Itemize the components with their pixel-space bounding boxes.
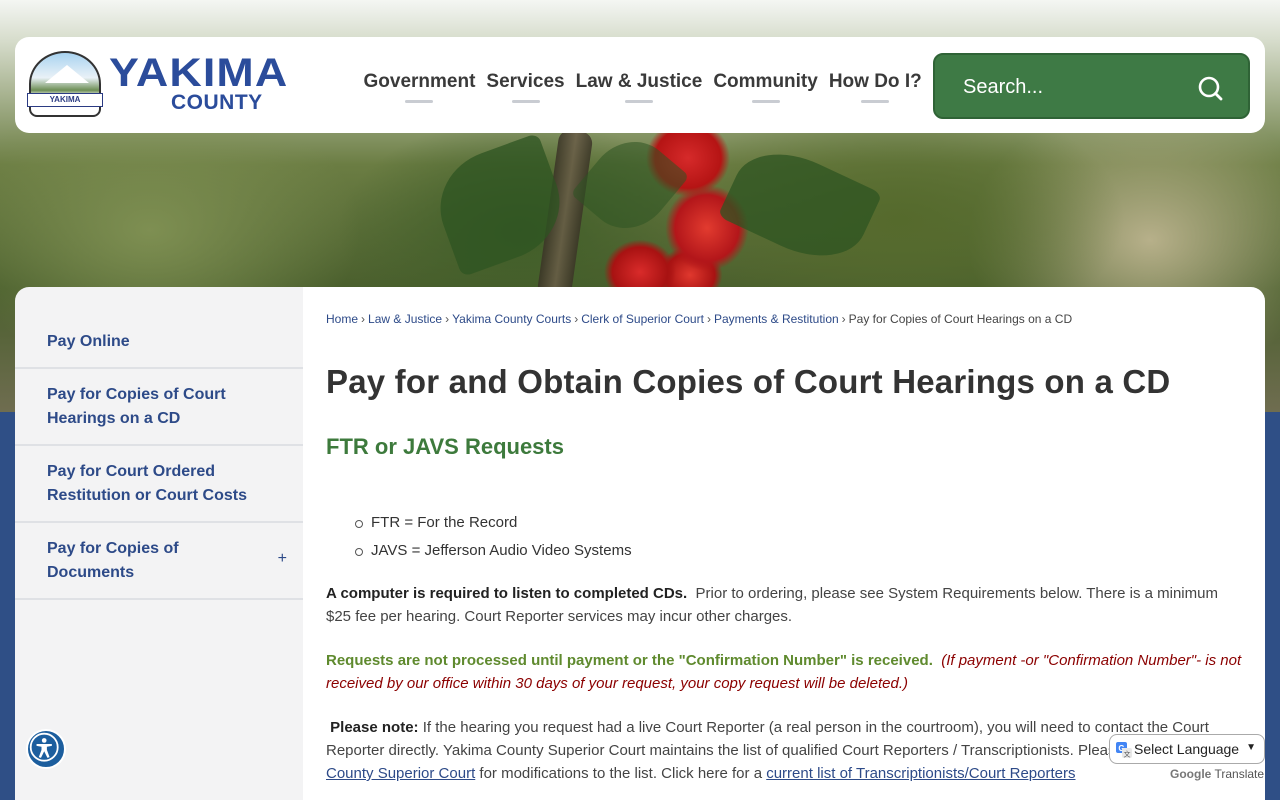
mountain-icon: [45, 65, 89, 83]
paragraph-requirements: A computer is required to listen to comp…: [326, 582, 1246, 628]
payment-notice: Requests are not processed until payment…: [326, 652, 933, 669]
county-logo[interactable]: YAKIMA YAKIMA COUNTY: [27, 51, 339, 121]
breadcrumb-payments[interactable]: Payments & Restitution: [714, 312, 839, 326]
search-icon[interactable]: [1197, 75, 1223, 101]
breadcrumb-home[interactable]: Home: [326, 312, 358, 326]
breadcrumb-clerk[interactable]: Clerk of Superior Court: [581, 312, 704, 326]
breadcrumb: Home › Law & Justice › Yakima County Courts ›…: [326, 312, 1073, 326]
accessibility-icon: [29, 732, 59, 762]
requirement-bold: A computer is required to listen to comp…: [326, 585, 688, 602]
sidebar-item-copies-documents[interactable]: Pay for Copies of Documents +: [15, 523, 303, 600]
svg-text:文: 文: [1124, 749, 1131, 758]
paragraph-please-note: Please note: If the hearing you request …: [326, 716, 1246, 785]
logo-subtitle: COUNTY: [171, 91, 263, 114]
section-heading: FTR or JAVS Requests: [326, 434, 564, 459]
seal-band: YAKIMA: [27, 93, 103, 107]
logo-title: YAKIMA: [109, 51, 289, 95]
powered-by-translate: Google Translate: [1170, 767, 1264, 781]
search-box: [933, 53, 1250, 119]
chevron-down-icon: ▼: [1246, 742, 1256, 753]
sidebar-item-label: Pay for Copies of Court Hearings on a CD: [47, 386, 226, 427]
translate-label: Translate: [1214, 767, 1265, 781]
search-input[interactable]: [963, 73, 1183, 101]
sidebar-item-restitution[interactable]: Pay for Court Ordered Restitution or Cou…: [15, 446, 303, 523]
site-header: YAKIMA YAKIMA COUNTY Government Services…: [15, 37, 1265, 133]
transcriptionists-link[interactable]: current list of Transcriptionists/Court …: [766, 765, 1075, 782]
sidebar: Pay Online Pay for Copies of Court Heari…: [15, 287, 303, 800]
sidebar-item-label: Pay Online: [47, 333, 130, 350]
note-label: Please note:: [330, 719, 419, 736]
breadcrumb-law-justice[interactable]: Law & Justice: [368, 312, 442, 326]
nav-law-justice[interactable]: Law & Justice: [570, 71, 708, 103]
nav-services[interactable]: Services: [481, 71, 570, 103]
main-nav: Government Services Law & Justice Commun…: [358, 71, 927, 103]
language-select-label: Select Language: [1134, 741, 1240, 757]
nav-how-do-i[interactable]: How Do I?: [823, 71, 927, 103]
definition-list: FTR = For the Record JAVS = Jefferson Au…: [355, 509, 632, 565]
google-translate-icon: G 文: [1116, 742, 1132, 758]
list-item: FTR = For the Record: [355, 509, 632, 537]
nav-community[interactable]: Community: [708, 71, 824, 103]
expand-icon[interactable]: +: [278, 547, 287, 571]
google-wordmark: Google: [1170, 767, 1212, 781]
sidebar-item-pay-online[interactable]: Pay Online: [15, 317, 303, 369]
accessibility-button[interactable]: [26, 729, 66, 769]
breadcrumb-courts[interactable]: Yakima County Courts: [452, 312, 571, 326]
nav-government[interactable]: Government: [358, 71, 481, 103]
paragraph-payment-notice: Requests are not processed until payment…: [326, 649, 1246, 695]
sidebar-item-court-hearings-cd[interactable]: Pay for Copies of Court Hearings on a CD: [15, 369, 303, 446]
main-content: Home › Law & Justice › Yakima County Courts ›…: [303, 287, 1265, 800]
county-seal: YAKIMA: [27, 51, 103, 117]
sidebar-item-label: Pay for Court Ordered Restitution or Cou…: [47, 463, 247, 504]
note-mid: for modifications to the list. Click her…: [479, 765, 763, 782]
note-text: If the hearing you request had a live Co…: [326, 719, 1209, 759]
list-item: JAVS = Jefferson Audio Video Systems: [355, 537, 632, 565]
breadcrumb-current: Pay for Copies of Court Hearings on a CD: [848, 312, 1073, 326]
hero-leaf: [717, 134, 883, 276]
sidebar-item-label: Pay for Copies of Documents: [47, 540, 179, 581]
page-title: Pay for and Obtain Copies of Court Heari…: [326, 363, 1171, 400]
language-select[interactable]: G 文 Select Language ▼: [1109, 734, 1265, 764]
